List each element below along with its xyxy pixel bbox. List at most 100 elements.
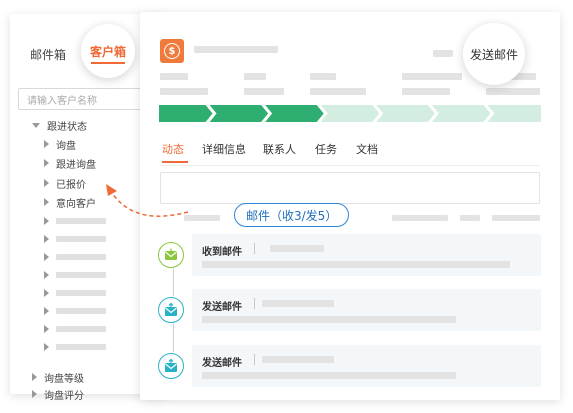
- collapsed-arrow-icon: [32, 373, 37, 381]
- divider: [254, 298, 255, 309]
- collapsed-arrow-icon: [32, 390, 37, 398]
- collapsed-arrow-icon: [44, 235, 49, 243]
- text-placeholder: [202, 316, 456, 323]
- stepper-stage[interactable]: [376, 105, 435, 122]
- text-placeholder: [184, 215, 220, 221]
- divider: [254, 354, 255, 365]
- collapsed-arrow-icon: [44, 307, 49, 315]
- timeline-item-sent[interactable]: 发送邮件: [192, 289, 541, 331]
- text-placeholder: [433, 50, 453, 57]
- customer-search-input[interactable]: [19, 91, 157, 112]
- text-placeholder: [56, 290, 106, 296]
- send-mail-label: 发送邮件: [469, 47, 518, 62]
- collapsed-arrow-icon: [44, 271, 49, 279]
- tab-activity[interactable]: 动态: [162, 141, 184, 157]
- tab-contacts[interactable]: 联系人: [263, 141, 296, 157]
- activity-input-area[interactable]: [160, 172, 540, 204]
- collapsed-arrow-icon: [44, 159, 49, 167]
- timeline-item-title: 收到邮件: [202, 247, 242, 258]
- collapsed-arrow-icon: [44, 179, 49, 187]
- text-placeholder: [202, 372, 456, 379]
- text-placeholder: [492, 215, 540, 221]
- tab-tasks[interactable]: 任务: [315, 141, 337, 157]
- text-placeholder: [310, 73, 336, 80]
- text-placeholder: [310, 88, 366, 95]
- collapsed-arrow-icon: [44, 289, 49, 297]
- collapsed-arrow-icon: [44, 343, 49, 351]
- dollar-icon: $: [160, 39, 184, 63]
- tree-item-inquiry-score[interactable]: 询盘评分: [32, 387, 84, 402]
- tree-item-label: 询盘评分: [44, 390, 84, 402]
- timeline-item-title: 发送邮件: [202, 358, 242, 369]
- collapsed-arrow-icon: [44, 198, 49, 206]
- text-placeholder: [270, 245, 324, 252]
- tree-item-placeholder[interactable]: [44, 214, 106, 228]
- timeline-item-received[interactable]: 收到邮件: [192, 234, 541, 276]
- text-placeholder: [402, 73, 462, 80]
- send-mail-button[interactable]: 发送邮件: [463, 23, 525, 85]
- tab-customer-box-label: 客户箱: [89, 44, 126, 59]
- text-placeholder: [160, 88, 208, 95]
- tab-documents[interactable]: 文档: [356, 141, 378, 157]
- timeline-item-title: 发送邮件: [202, 302, 242, 313]
- tree-item-inquiry[interactable]: 询盘: [44, 137, 76, 152]
- text-placeholder: [402, 88, 450, 95]
- text-placeholder: [486, 88, 540, 95]
- stepper-stage[interactable]: [320, 105, 380, 122]
- tree-item-placeholder[interactable]: [44, 322, 106, 336]
- active-tab-indicator: [162, 161, 188, 163]
- tree-item-label: 意向客户: [56, 198, 96, 210]
- tree-item-placeholder[interactable]: [44, 268, 106, 282]
- detail-tabs: 动态 详细信息 联系人 任务 文档: [162, 141, 540, 167]
- stepper-stage[interactable]: [159, 105, 213, 122]
- mail-counter-badge: 邮件（收3/发5）: [234, 203, 350, 227]
- mail-received-icon: [157, 241, 185, 269]
- tab-customer-box[interactable]: 客户箱: [81, 24, 135, 78]
- tree-item-intent-customer[interactable]: 意向客户: [44, 195, 96, 210]
- tree-item-placeholder[interactable]: [44, 232, 106, 246]
- timeline-item-sent[interactable]: 发送邮件: [192, 345, 541, 387]
- customer-name-placeholder: [194, 46, 278, 53]
- stepper-stage[interactable]: [487, 105, 541, 122]
- tree-item-label: 已报价: [56, 179, 86, 191]
- collapsed-arrow-icon: [44, 217, 49, 225]
- tab-mailbox[interactable]: 邮件箱: [30, 46, 66, 63]
- stepper-stage[interactable]: [431, 105, 491, 122]
- tree-item-follow-status[interactable]: 跟进状态: [32, 118, 87, 133]
- tree-item-inquiry-level[interactable]: 询盘等级: [32, 370, 84, 385]
- text-placeholder: [56, 218, 106, 224]
- text-placeholder: [56, 254, 106, 260]
- tree-item-placeholder[interactable]: [44, 250, 106, 264]
- text-placeholder: [244, 73, 266, 80]
- tree-item-following-inquiry[interactable]: 跟进询盘: [44, 156, 96, 171]
- mail-sent-icon: [157, 352, 185, 380]
- text-placeholder: [244, 88, 284, 95]
- collapsed-arrow-icon: [44, 325, 49, 333]
- active-tab-indicator: [91, 62, 125, 64]
- text-placeholder: [460, 215, 480, 221]
- tree-item-placeholder[interactable]: [44, 304, 106, 318]
- text-placeholder: [56, 344, 106, 350]
- text-placeholder: [56, 326, 106, 332]
- tree-item-quoted[interactable]: 已报价: [44, 176, 86, 191]
- tree-item-placeholder[interactable]: [44, 340, 106, 354]
- tree-item-label: 跟进询盘: [56, 159, 96, 171]
- text-placeholder: [56, 272, 106, 278]
- tree-item-label: 询盘: [56, 140, 76, 152]
- customer-search-field[interactable]: [18, 88, 158, 112]
- tab-details[interactable]: 详细信息: [202, 141, 246, 157]
- tabs-divider: [160, 165, 540, 166]
- tree-item-label: 询盘等级: [44, 373, 84, 385]
- sales-stage-stepper: [159, 105, 541, 122]
- stepper-stage[interactable]: [209, 105, 269, 122]
- collapsed-arrow-icon: [44, 253, 49, 261]
- text-placeholder: [56, 236, 106, 242]
- text-placeholder: [160, 73, 188, 80]
- stepper-stage[interactable]: [265, 105, 324, 122]
- text-placeholder: [56, 308, 106, 314]
- text-placeholder: [262, 300, 334, 307]
- tree-item-label: 跟进状态: [47, 121, 87, 133]
- tree-item-placeholder[interactable]: [44, 286, 106, 300]
- expanded-arrow-icon: [32, 122, 40, 128]
- text-placeholder: [202, 261, 510, 268]
